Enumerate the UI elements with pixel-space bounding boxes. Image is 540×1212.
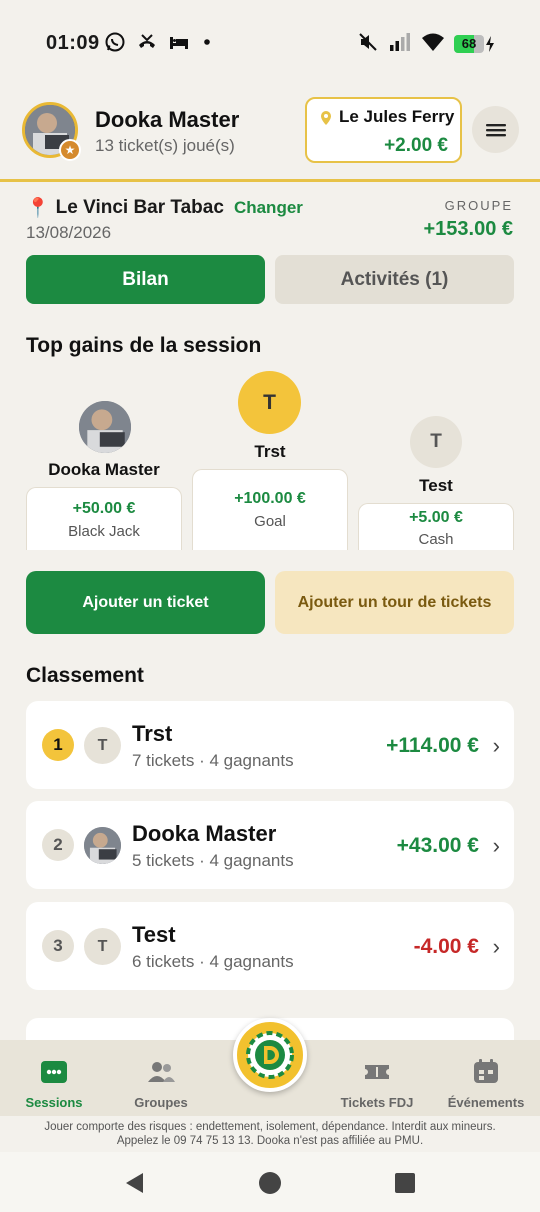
tab-activites[interactable]: Activités (1) [275,255,514,304]
podium-name-left: Dooka Master [48,460,160,479]
venue-selector[interactable]: Le Jules Ferry +2.00 € [305,97,462,163]
status-time: 01:09 [46,32,100,54]
player-stats: 6 tickets · 4 gagnants [132,952,294,971]
podium-card-right[interactable]: +5.00 € Cash [358,503,514,550]
player-amount: -4.00 € [413,935,479,958]
top-gains-title: Top gains de la session [26,334,262,357]
status-bar: 01:09 68 [0,0,540,90]
gambling-disclaimer: Jouer comporte des risques : endettement… [0,1116,540,1152]
rank-number: 1 [42,729,74,761]
nav-sessions[interactable]: Sessions [14,1040,94,1116]
nav-label: Événements [447,1095,525,1110]
player-name: Dooka Master [132,821,277,846]
dooka-logo-button[interactable] [233,1018,307,1092]
player-stats: 5 tickets · 4 gagnants [132,851,294,870]
sessions-icon [40,1060,68,1087]
podium-game: Goal [254,513,286,530]
podium-name-right: Test [419,476,453,495]
podium-amount: +100.00 € [234,490,306,507]
session-location: 📍 Le Vinci Bar Tabac Changer [26,196,303,220]
rank-number: 3 [42,930,74,962]
podium-game: Cash [418,531,454,548]
battery-level: 68 [461,36,477,51]
ranking-row[interactable]: 1 T Trst 7 tickets · 4 gagnants +114.00 … [26,701,514,789]
player-avatar: T [84,928,121,965]
podium-amount: +5.00 € [409,509,463,526]
user-name: Dooka Master [95,107,240,132]
app-header: ★ Dooka Master 13 ticket(s) joué(s) Le J… [0,90,540,182]
signal-icon [388,31,412,58]
player-stats: 7 tickets · 4 gagnants [132,751,294,770]
change-location-link[interactable]: Changer [234,198,303,218]
location-pin-icon [319,110,333,131]
menu-button[interactable] [472,106,519,153]
nav-label: Sessions [25,1095,83,1110]
nav-label: Groupes [134,1095,188,1110]
podium-card-left[interactable]: +50.00 € Black Jack [26,487,182,550]
add-ticket-button[interactable]: Ajouter un ticket [26,571,265,634]
venue-name: Le Jules Ferry [339,107,455,126]
missed-call-icon [136,31,158,58]
home-icon[interactable] [258,1171,282,1195]
ranking-title: Classement [26,664,144,687]
location-pin-icon: 📍 [26,198,50,219]
user-ticket-count: 13 ticket(s) joué(s) [95,136,235,155]
status-icons-right: 68 [357,32,496,56]
session-date: 13/08/2026 [26,223,112,242]
nav-tickets-fdj[interactable]: Tickets FDJ [332,1040,422,1116]
group-amount: +153.00 € [423,218,513,240]
ranking-row[interactable]: 2 Dooka Master 5 tickets · 4 gagnants +4… [26,801,514,889]
groups-icon [147,1060,175,1087]
player-amount: +114.00 € [386,734,479,757]
ranking-row[interactable]: 3 T Test 6 tickets · 4 gagnants -4.00 € … [26,902,514,990]
chevron-right-icon: › [492,833,500,858]
podium-amount: +50.00 € [72,500,136,517]
wifi-icon [421,31,445,58]
venue-amount: +2.00 € [384,135,448,156]
podium-avatar-test: T [410,416,462,468]
player-avatar [84,827,121,864]
nav-evenements[interactable]: Événements [441,1040,531,1116]
podium-name-center: Trst [254,442,286,461]
ticket-icon [363,1060,391,1087]
disclaimer-line-2: Appelez le 09 74 75 13 13. Dooka n'est p… [116,1135,424,1147]
player-name: Trst [132,721,173,746]
disclaimer-line-1: Jouer comporte des risques : endettement… [44,1121,496,1133]
mute-icon [357,31,379,58]
nav-groupes[interactable]: Groupes [121,1040,201,1116]
rank-number: 2 [42,829,74,861]
add-ticket-round-button[interactable]: Ajouter un tour de tickets [275,571,514,634]
system-nav-bar [0,1152,540,1212]
group-label: GROUPE [444,198,513,213]
bed-icon [168,31,190,58]
dooka-logo-icon [246,1031,294,1079]
recents-icon[interactable] [394,1172,416,1194]
tab-bilan[interactable]: Bilan [26,255,265,304]
nav-label: Tickets FDJ [340,1095,414,1110]
whatsapp-icon [104,31,126,58]
podium-avatar-trst: T [238,371,301,434]
calendar-icon [472,1058,500,1087]
chevron-right-icon: › [492,934,500,959]
status-icons-left [104,32,214,56]
location-name: Le Vinci Bar Tabac [55,197,224,218]
podium-card-center[interactable]: +100.00 € Goal [192,469,348,550]
star-badge-icon: ★ [59,139,81,161]
battery-icon: 68 [454,34,496,54]
podium-game: Black Jack [68,523,140,540]
player-amount: +43.00 € [396,834,479,857]
back-icon[interactable] [123,1171,147,1195]
player-name: Test [132,922,176,947]
player-avatar: T [84,727,121,764]
chevron-right-icon: › [492,733,500,758]
podium-avatar-dooka [79,401,131,453]
dot-icon [200,31,214,58]
hamburger-icon [485,123,506,136]
